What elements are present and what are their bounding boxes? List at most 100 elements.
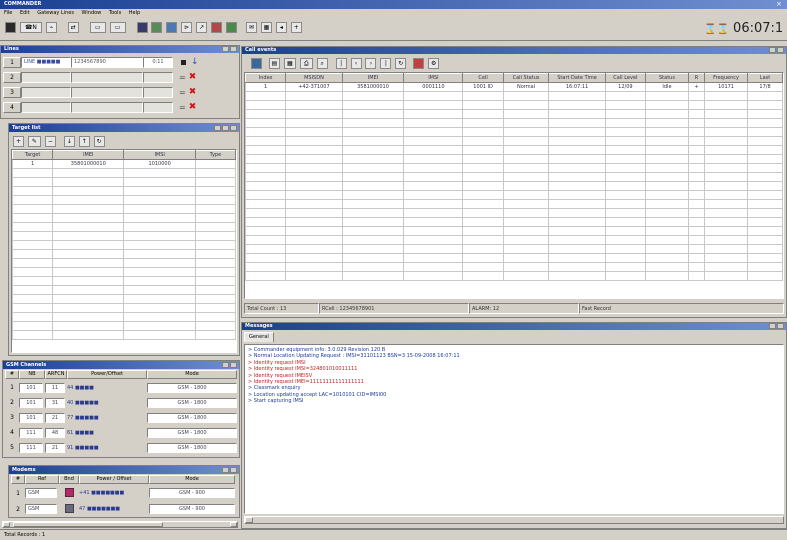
view-icon[interactable]: ▦: [283, 58, 296, 69]
channel-mode[interactable]: GSM - 1800: [147, 397, 237, 408]
table-row[interactable]: [12, 186, 236, 196]
plus-icon[interactable]: +: [290, 22, 302, 33]
menu-help[interactable]: Help: [129, 10, 140, 16]
table-row[interactable]: [245, 226, 783, 236]
menu-gateway-lines[interactable]: Gateway Lines: [37, 10, 74, 16]
settings-icon[interactable]: [166, 22, 178, 33]
column-header[interactable]: Ref: [25, 475, 59, 484]
close-icon[interactable]: [230, 124, 237, 131]
close-icon[interactable]: [230, 361, 237, 368]
column-header[interactable]: Cell: [462, 73, 504, 83]
menu-tools[interactable]: Tools: [109, 10, 121, 16]
scroll-left-icon[interactable]: [3, 522, 10, 527]
column-header[interactable]: Power / Offset: [79, 475, 149, 484]
close-icon[interactable]: ✖: [189, 73, 197, 82]
channel-mode[interactable]: GSM - 1800: [147, 412, 237, 423]
channel-nb[interactable]: 101: [19, 412, 43, 423]
messages-scrollbar[interactable]: [244, 516, 784, 524]
channel-arfcn[interactable]: 48: [45, 427, 65, 438]
table-row[interactable]: [12, 276, 236, 286]
column-header[interactable]: Call Status: [502, 73, 550, 83]
minimize-icon[interactable]: [222, 46, 229, 52]
end-icon[interactable]: ▭: [109, 22, 126, 33]
group-icon[interactable]: [136, 22, 148, 33]
horizontal-scrollbar[interactable]: [2, 521, 238, 528]
table-row[interactable]: [245, 136, 783, 146]
table-row[interactable]: [245, 181, 783, 191]
new-icon[interactable]: ▭: [89, 22, 106, 33]
mail-icon[interactable]: ✉: [245, 22, 257, 33]
minimize-icon[interactable]: [214, 124, 221, 131]
modem-ref[interactable]: GSM: [25, 504, 57, 514]
channel-nb[interactable]: 111: [19, 442, 43, 453]
table-row[interactable]: [12, 177, 236, 187]
column-header[interactable]: Last: [747, 73, 783, 83]
table-row[interactable]: [245, 109, 783, 119]
column-header[interactable]: NB: [19, 370, 45, 379]
phone-icon[interactable]: [211, 22, 223, 33]
gsm-channel-row[interactable]: 1 101 11 44 ■■■■ GSM - 1800: [5, 380, 237, 395]
table-row[interactable]: [12, 231, 236, 241]
table-row[interactable]: [245, 163, 783, 173]
line-row[interactable]: 1 LINE ■■■■■ 1234567890 0:11 ↓: [3, 55, 237, 70]
transfer-icon[interactable]: ⇄: [67, 22, 79, 33]
channel-nb[interactable]: 101: [19, 382, 43, 393]
find-icon[interactable]: ⌕: [316, 58, 328, 69]
maximize-icon[interactable]: [222, 124, 229, 131]
last-icon[interactable]: |: [380, 58, 392, 69]
channel-arfcn[interactable]: 21: [45, 442, 65, 453]
table-row[interactable]: [12, 303, 236, 313]
close-icon[interactable]: [230, 466, 237, 473]
table-row[interactable]: [245, 172, 783, 182]
hangup-arrow-icon[interactable]: ↓: [191, 58, 199, 67]
close-icon[interactable]: [777, 323, 784, 329]
window-icon[interactable]: ▦: [260, 22, 272, 33]
modem-ref[interactable]: GSM: [25, 488, 57, 498]
column-header[interactable]: Frequency: [704, 73, 749, 83]
table-row[interactable]: [245, 199, 783, 209]
minimize-icon[interactable]: [769, 323, 776, 329]
modem-mode[interactable]: GSM - 900: [149, 504, 235, 514]
gsm-channel-row[interactable]: 2 101 31 40 ■■■■■ GSM - 1800: [5, 395, 237, 410]
table-row[interactable]: [245, 118, 783, 128]
hold-icon[interactable]: ⌁: [45, 22, 57, 33]
table-row[interactable]: [12, 321, 236, 331]
table-row[interactable]: [12, 285, 236, 295]
delete-target-icon[interactable]: −: [44, 136, 56, 147]
line-row[interactable]: 4 = ✖: [3, 100, 237, 115]
scroll-right-icon[interactable]: [230, 522, 237, 527]
close-icon[interactable]: ×: [776, 0, 787, 9]
close-icon[interactable]: [230, 46, 237, 52]
close-icon[interactable]: [777, 47, 784, 53]
print-icon[interactable]: ⎙: [299, 58, 313, 69]
channel-mode[interactable]: GSM - 1800: [147, 382, 237, 393]
chart-icon[interactable]: ↗: [196, 22, 208, 33]
next-icon[interactable]: ›: [365, 58, 377, 69]
channel-arfcn[interactable]: 31: [45, 397, 65, 408]
modem-row[interactable]: 2 GSM 47 ■■■■■■■ GSM - 900: [11, 501, 237, 517]
column-header[interactable]: #: [5, 370, 19, 379]
map-icon[interactable]: [151, 22, 163, 33]
table-row[interactable]: [245, 127, 783, 137]
column-header[interactable]: Mode: [149, 475, 235, 484]
import-icon[interactable]: ↓: [63, 136, 75, 147]
column-header[interactable]: Call Level: [604, 73, 647, 83]
channel-nb[interactable]: 111: [19, 427, 43, 438]
table-row[interactable]: [245, 262, 783, 272]
table-row[interactable]: [12, 258, 236, 268]
column-header[interactable]: Bnd: [59, 475, 79, 484]
minimize-icon[interactable]: [769, 47, 776, 53]
column-header[interactable]: ARFCN: [45, 370, 67, 379]
table-row[interactable]: [12, 240, 236, 250]
column-header[interactable]: Start Date Time: [548, 73, 606, 83]
reload-icon[interactable]: ↻: [395, 58, 407, 69]
minimize-icon[interactable]: [222, 466, 229, 473]
column-header[interactable]: Power/Offset: [67, 370, 147, 379]
channel-nb[interactable]: 101: [19, 397, 43, 408]
column-header[interactable]: IMEI: [341, 73, 405, 83]
filter-icon[interactable]: [251, 58, 262, 69]
menu-edit[interactable]: Edit: [20, 10, 30, 16]
card-icon[interactable]: [5, 22, 16, 33]
record-icon[interactable]: ⊳: [181, 22, 193, 33]
table-row[interactable]: [245, 154, 783, 164]
